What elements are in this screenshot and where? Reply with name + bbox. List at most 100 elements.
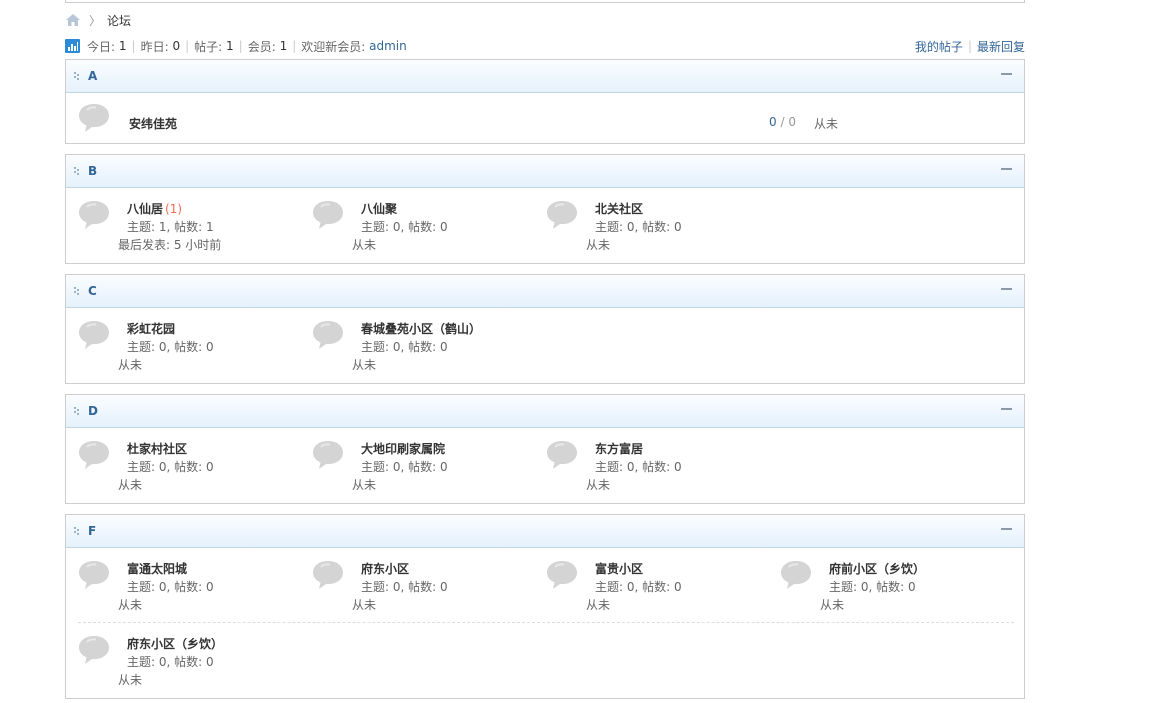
latest-replies-link[interactable]: 最新回复 xyxy=(977,38,1025,55)
forum-name[interactable]: 彩虹花园 xyxy=(127,320,175,337)
group-header: B xyxy=(66,155,1024,188)
breadcrumb-current[interactable]: 论坛 xyxy=(107,12,131,29)
speech-bubble-icon xyxy=(313,561,343,589)
forum-name[interactable]: 春城叠苑小区（鹤山） xyxy=(361,320,481,337)
stat-posts-label: 帖子: xyxy=(194,39,223,54)
group-title[interactable]: B xyxy=(88,164,97,178)
forum-item[interactable]: 彩虹花园 主题: 0, 帖数: 0 从未 xyxy=(77,318,307,378)
forum-last-post: 从未 xyxy=(820,598,845,612)
forum-name[interactable]: 八仙聚 xyxy=(361,200,397,217)
count-slash: / xyxy=(780,115,785,129)
divider: | xyxy=(292,39,297,53)
divider: | xyxy=(238,39,243,53)
breadcrumb-separator: 〉 xyxy=(89,13,102,28)
forum-name[interactable]: 富贵小区 xyxy=(595,560,643,577)
forum-stats: 主题: 0, 帖数: 0 xyxy=(361,340,448,354)
drag-dots-icon xyxy=(74,407,79,415)
forum-stats: 主题: 0, 帖数: 0 xyxy=(361,460,448,474)
forum-name[interactable]: 富通太阳城 xyxy=(127,560,187,577)
forum-name[interactable]: 安纬佳苑 xyxy=(129,115,177,132)
forum-item[interactable]: 八仙聚 主题: 0, 帖数: 0 从未 xyxy=(311,198,541,258)
forum-stats: 主题: 1, 帖数: 1 xyxy=(127,220,214,234)
forum-last-post: 从未 xyxy=(352,478,377,492)
collapse-icon[interactable] xyxy=(1001,408,1012,410)
collapse-icon[interactable] xyxy=(1001,73,1012,75)
forum-stats: 主题: 0, 帖数: 0 xyxy=(595,460,682,474)
group-title[interactable]: F xyxy=(88,524,96,538)
forum-thread-count: 0 xyxy=(769,115,777,129)
speech-bubble-icon xyxy=(313,201,343,229)
speech-bubble-icon xyxy=(79,201,109,229)
forum-stats: 主题: 0, 帖数: 0 xyxy=(361,580,448,594)
forum-last-post: 从未 xyxy=(118,598,143,612)
forum-name[interactable]: 北关社区 xyxy=(595,200,643,217)
collapse-icon[interactable] xyxy=(1001,288,1012,290)
speech-bubble-icon xyxy=(313,441,343,469)
forum-name[interactable]: 东方富居 xyxy=(595,440,643,457)
my-posts-link[interactable]: 我的帖子 xyxy=(915,38,963,55)
forum-last-post: 从未 xyxy=(352,598,377,612)
forum-stats: 主题: 0, 帖数: 0 xyxy=(127,580,214,594)
group-title[interactable]: D xyxy=(88,404,98,418)
forum-item[interactable]: 大地印刷家属院 主题: 0, 帖数: 0 从未 xyxy=(311,438,541,498)
forum-name[interactable]: 八仙居 (1) xyxy=(127,200,182,217)
forum-last-post: 从未 xyxy=(118,358,143,372)
forum-stats: 主题: 0, 帖数: 0 xyxy=(829,580,916,594)
top-border xyxy=(65,0,1025,3)
speech-bubble-icon xyxy=(547,561,577,589)
forum-item[interactable]: 东方富居 主题: 0, 帖数: 0 从未 xyxy=(545,438,775,498)
speech-bubble-icon xyxy=(79,561,109,589)
forum-item[interactable]: 春城叠苑小区（鹤山） 主题: 0, 帖数: 0 从未 xyxy=(311,318,541,378)
breadcrumb: 〉 论坛 xyxy=(65,12,131,28)
speech-bubble-icon xyxy=(79,321,109,349)
forum-item[interactable]: 富通太阳城 主题: 0, 帖数: 0 从未 xyxy=(77,558,307,618)
speech-bubble-icon xyxy=(781,561,811,589)
welcome-label: 欢迎新会员: xyxy=(301,39,366,54)
forum-last-post: 从未 xyxy=(118,673,143,687)
group-title[interactable]: A xyxy=(88,69,97,83)
forum-stats: 主题: 0, 帖数: 0 xyxy=(127,460,214,474)
forum-item[interactable]: 府东小区（乡饮） 主题: 0, 帖数: 0 从未 xyxy=(77,633,307,693)
forum-item[interactable]: 北关社区 主题: 0, 帖数: 0 从未 xyxy=(545,198,775,258)
forum-item[interactable]: 府东小区 主题: 0, 帖数: 0 从未 xyxy=(311,558,541,618)
home-icon[interactable] xyxy=(65,13,81,27)
forum-last-post: 从未 xyxy=(586,598,611,612)
forum-item[interactable]: 八仙居 (1) 主题: 1, 帖数: 1 最后发表: 5 小时前 xyxy=(77,198,307,258)
forum-group-c: C 彩虹花园 主题: 0, 帖数: 0 从未 春城叠苑小区（鹤山） 主题: 0,… xyxy=(65,274,1025,384)
forum-post-count: 0 xyxy=(788,115,796,129)
drag-dots-icon xyxy=(74,527,79,535)
divider: | xyxy=(967,39,972,53)
speech-bubble-icon xyxy=(79,104,109,132)
forum-item[interactable]: 杜家村社区 主题: 0, 帖数: 0 从未 xyxy=(77,438,307,498)
forum-stats: 主题: 0, 帖数: 0 xyxy=(595,580,682,594)
group-header: D xyxy=(66,395,1024,428)
forum-name[interactable]: 杜家村社区 xyxy=(127,440,187,457)
forum-item[interactable]: 安纬佳苑 0 / 0 从未 xyxy=(77,101,1017,161)
speech-bubble-icon xyxy=(79,441,109,469)
forum-stats: 主题: 0, 帖数: 0 xyxy=(595,220,682,234)
forum-name[interactable]: 府前小区（乡饮） xyxy=(829,560,925,577)
drag-dots-icon xyxy=(74,287,79,295)
forum-last-post: 从未 xyxy=(118,478,143,492)
forum-name[interactable]: 府东小区（乡饮） xyxy=(127,635,223,652)
forum-item[interactable]: 富贵小区 主题: 0, 帖数: 0 从未 xyxy=(545,558,775,618)
forum-name-text[interactable]: 八仙居 xyxy=(127,202,163,216)
forum-counts: 0 / 0 xyxy=(769,115,796,129)
forum-name[interactable]: 府东小区 xyxy=(361,560,409,577)
stat-members-label: 会员: xyxy=(247,39,276,54)
collapse-icon[interactable] xyxy=(1001,168,1012,170)
speech-bubble-icon xyxy=(79,636,109,664)
forum-item[interactable]: 府前小区（乡饮） 主题: 0, 帖数: 0 从未 xyxy=(779,558,1009,618)
forum-name[interactable]: 大地印刷家属院 xyxy=(361,440,445,457)
forum-last-post: 从未 xyxy=(814,117,839,131)
speech-bubble-icon xyxy=(313,321,343,349)
group-title[interactable]: C xyxy=(88,284,97,298)
forum-group-b: B 八仙居 (1) 主题: 1, 帖数: 1 最后发表: 5 小时前 八仙聚 主题… xyxy=(65,154,1025,264)
stat-today-label: 今日: xyxy=(87,39,116,54)
forum-last-post[interactable]: 最后发表: 5 小时前 xyxy=(118,236,221,253)
forum-stats: 主题: 0, 帖数: 0 xyxy=(361,220,448,234)
forum-last-post: 从未 xyxy=(352,358,377,372)
stat-posts-value: 1 xyxy=(226,39,234,53)
newest-member-link[interactable]: admin xyxy=(369,39,407,53)
collapse-icon[interactable] xyxy=(1001,528,1012,530)
